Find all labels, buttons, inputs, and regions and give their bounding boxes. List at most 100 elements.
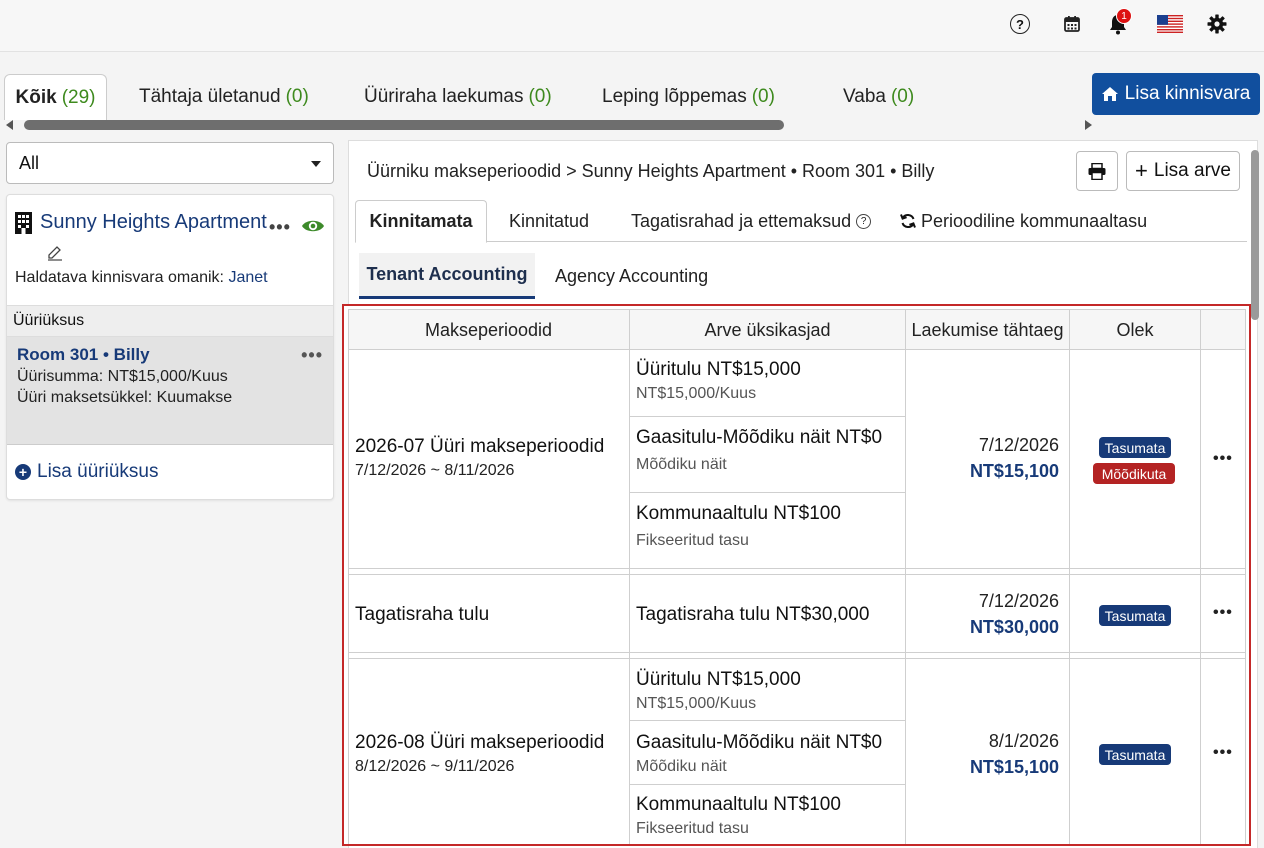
bill-item-subtitle: Fikseeritud tasu <box>636 820 749 837</box>
bill-item-title: Üüritulu NT$15,000 <box>636 359 801 380</box>
scrollbar-thumb[interactable] <box>24 120 784 130</box>
tabs-horizontal-scrollbar[interactable] <box>4 118 1096 132</box>
property-more-icon[interactable]: ••• <box>269 217 291 238</box>
top-bar: ? 1 <box>0 0 1264 52</box>
tab-periodic-utility[interactable]: Perioodiline kommunaaltasu <box>900 200 1147 242</box>
breadcrumb: Üürniku makseperioodid > Sunny Heights A… <box>367 161 935 181</box>
filter-value: All <box>19 152 40 173</box>
due-date: 7/12/2026 <box>978 591 1059 611</box>
divider <box>630 416 905 417</box>
question-circle-icon[interactable]: ? <box>856 213 872 229</box>
add-property-button[interactable]: Lisa kinnisvara <box>1092 73 1260 115</box>
unit-room: Room 301 <box>17 345 99 364</box>
unit-more-icon[interactable]: ••• <box>301 345 323 366</box>
plus-circle-icon: + <box>15 464 31 480</box>
tab-periodic-utility-label: Perioodiline kommunaaltasu <box>921 210 1148 231</box>
tab-deposits[interactable]: Tagatisrahad ja ettemaksud ? <box>631 200 872 242</box>
add-bill-label: Lisa arve <box>1153 160 1231 181</box>
row-more-icon[interactable]: ••• <box>1213 744 1233 762</box>
unit-list-item[interactable]: Room 301 • Billy Üürisumma: NT$15,000/Ku… <box>7 337 333 445</box>
notification-badge: 1 <box>1116 8 1132 24</box>
row-more-icon[interactable]: ••• <box>1213 604 1233 622</box>
column-header-actions <box>1201 310 1245 350</box>
divider <box>630 784 905 785</box>
status-badge: Tasumata <box>1099 437 1171 458</box>
help-icon[interactable]: ? <box>1008 12 1032 36</box>
bill-item-title: Gaasitulu-Mõõdiku näit NT$0 <box>636 427 883 448</box>
calendar-icon[interactable] <box>1060 12 1084 36</box>
scroll-right-icon[interactable] <box>1085 120 1092 130</box>
divider <box>348 309 349 844</box>
owner-name-link[interactable]: Janet <box>228 269 267 286</box>
due-date: 8/1/2026 <box>988 731 1059 751</box>
divider <box>348 574 1246 575</box>
plus-icon: + <box>1135 158 1148 183</box>
tab-count: (0) <box>528 86 552 107</box>
property-owner: Haldatava kinnisvara omanik: Janet <box>15 269 268 287</box>
property-name[interactable]: Sunny Heights Apartment <box>40 211 267 234</box>
divider <box>1200 309 1201 844</box>
bill-item-title: Gaasitulu-Mõõdiku näit NT$0 <box>636 732 883 753</box>
property-card: Sunny Heights Apartment ••• Haldatava ki… <box>6 194 334 500</box>
tab-agency-accounting[interactable]: Agency Accounting <box>555 253 708 299</box>
tab-vacant[interactable]: Vaba (0) <box>843 74 914 120</box>
bill-item-subtitle: Fikseeritud tasu <box>636 532 749 549</box>
edit-icon[interactable] <box>47 245 63 266</box>
us-flag-icon[interactable] <box>1157 15 1183 33</box>
bill-item-title: Kommunaaltulu NT$100 <box>636 503 841 524</box>
tab-count: (0) <box>751 86 775 107</box>
panel-vertical-scrollbar[interactable] <box>1251 150 1259 320</box>
period-title: Tagatisraha tulu <box>355 604 490 625</box>
divider <box>1069 309 1070 844</box>
divider <box>1245 309 1246 844</box>
confirmation-tabs: Kinnitamata Kinnitatud Tagatisrahad ja e… <box>355 200 1247 243</box>
divider <box>348 349 1246 350</box>
unit-tenant: Billy <box>113 345 150 364</box>
row-more-icon[interactable]: ••• <box>1213 450 1233 468</box>
period-title: 2026-08 Üüri makseperioodid <box>355 732 605 753</box>
bill-item-subtitle: NT$15,000/Kuus <box>636 385 757 402</box>
scroll-left-icon[interactable] <box>6 120 13 130</box>
divider <box>348 658 1246 659</box>
divider <box>630 492 905 493</box>
tab-lease-ending[interactable]: Leping lõppemas (0) <box>602 74 775 120</box>
divider <box>348 309 1246 310</box>
column-header-due: Laekumise tähtaeg <box>906 310 1069 350</box>
bill-item-subtitle: Mõõdiku näit <box>636 456 727 473</box>
bill-item-subtitle: NT$15,000/Kuus <box>636 695 757 712</box>
gear-icon[interactable] <box>1205 12 1229 36</box>
status-badge: Tasumata <box>1099 605 1171 626</box>
add-bill-button[interactable]: + Lisa arve <box>1126 151 1240 191</box>
status-badge: Tasumata <box>1099 744 1171 765</box>
tab-count: (0) <box>285 86 309 107</box>
tab-label: Tähtaja ületanud <box>139 86 281 107</box>
divider <box>905 309 906 844</box>
tab-unconfirmed[interactable]: Kinnitamata <box>355 200 487 243</box>
property-title-row: Sunny Heights Apartment <box>15 211 267 234</box>
due-date: 7/12/2026 <box>978 435 1059 455</box>
divider <box>348 568 1246 569</box>
eye-icon[interactable] <box>301 218 325 239</box>
unit-rent: Üürisumma: NT$15,000/Kuus <box>17 368 228 385</box>
tab-overdue[interactable]: Tähtaja ületanud (0) <box>139 74 309 120</box>
divider <box>630 720 905 721</box>
add-property-label: Lisa kinnisvara <box>1124 83 1251 104</box>
bill-item-title: Üüritulu NT$15,000 <box>636 669 801 690</box>
home-icon <box>1101 87 1118 101</box>
print-button[interactable] <box>1076 151 1118 191</box>
tab-tenant-accounting[interactable]: Tenant Accounting <box>359 253 535 299</box>
refresh-icon <box>900 213 916 229</box>
tab-deposits-label: Tagatisrahad ja ettemaksud <box>631 210 852 231</box>
tab-rent-due[interactable]: Üüriraha laekumas (0) <box>364 74 552 120</box>
bill-item-subtitle: Mõõdiku näit <box>636 758 727 775</box>
unit-cycle: Üüri maksetsükkel: Kuumakse <box>17 389 233 406</box>
tab-confirmed[interactable]: Kinnitatud <box>509 200 589 242</box>
tab-all[interactable]: Kõik (29) <box>4 74 107 120</box>
add-unit-button[interactable]: + Lisa üüriüksus <box>15 461 158 483</box>
period-range: 8/12/2026 ~ 9/11/2026 <box>355 758 515 775</box>
divider <box>629 309 630 844</box>
property-filter-select[interactable]: All <box>6 142 334 184</box>
due-amount: NT$15,100 <box>969 461 1059 481</box>
unit-separator: • <box>102 345 109 364</box>
unit-name: Room 301 • Billy <box>17 345 325 365</box>
